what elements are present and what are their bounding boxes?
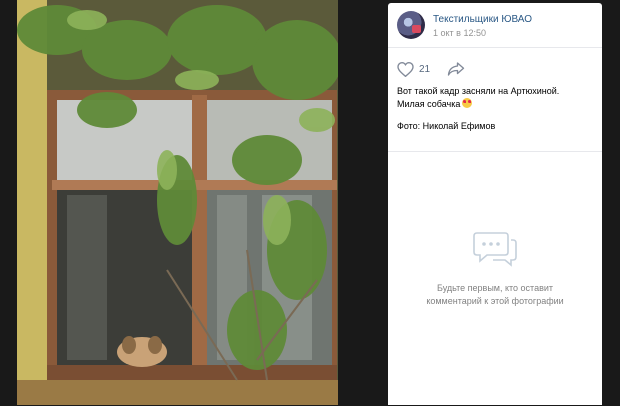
photo-credit: Фото: Николай Ефимов	[397, 121, 496, 131]
caption-line-2-wrap: Милая собачка	[397, 97, 597, 110]
group-name-link[interactable]: Текстильщики ЮВАО	[433, 14, 532, 25]
empty-comments-line-1: Будьте первым, кто оставит	[436, 283, 554, 293]
share-arrow-icon	[447, 62, 465, 76]
comment-bubbles-icon	[473, 232, 517, 267]
photo-viewer: Текстильщики ЮВАО 1 окт в 12:50 21 Вот т…	[0, 0, 620, 405]
heart-icon	[397, 62, 414, 77]
caption-line-2: Милая собачка	[397, 99, 461, 109]
share-button[interactable]	[447, 61, 467, 79]
post-actions: 21	[397, 60, 597, 80]
comments-section: Будьте первым, кто оставит комментарий к…	[388, 151, 602, 406]
post-caption: Вот такой кадр засняли на Артюхиной. Мил…	[397, 85, 597, 110]
like-count: 21	[419, 64, 431, 75]
window-dog-photo	[17, 0, 338, 405]
caption-line-1: Вот такой кадр засняли на Артюхиной.	[397, 86, 560, 96]
post-panel: Текстильщики ЮВАО 1 окт в 12:50 21 Вот т…	[388, 3, 602, 405]
empty-comments-text: Будьте первым, кто оставит комментарий к…	[388, 282, 602, 308]
photo[interactable]	[17, 0, 338, 405]
avatar[interactable]	[397, 11, 425, 39]
post-date[interactable]: 1 окт в 12:50	[433, 28, 486, 38]
like-button[interactable]: 21	[397, 60, 441, 80]
heart-eyes-emoji-icon	[462, 98, 473, 108]
empty-comments-line-2: комментарий к этой фотографии	[426, 296, 564, 306]
post-header: Текстильщики ЮВАО 1 окт в 12:50	[388, 3, 602, 48]
